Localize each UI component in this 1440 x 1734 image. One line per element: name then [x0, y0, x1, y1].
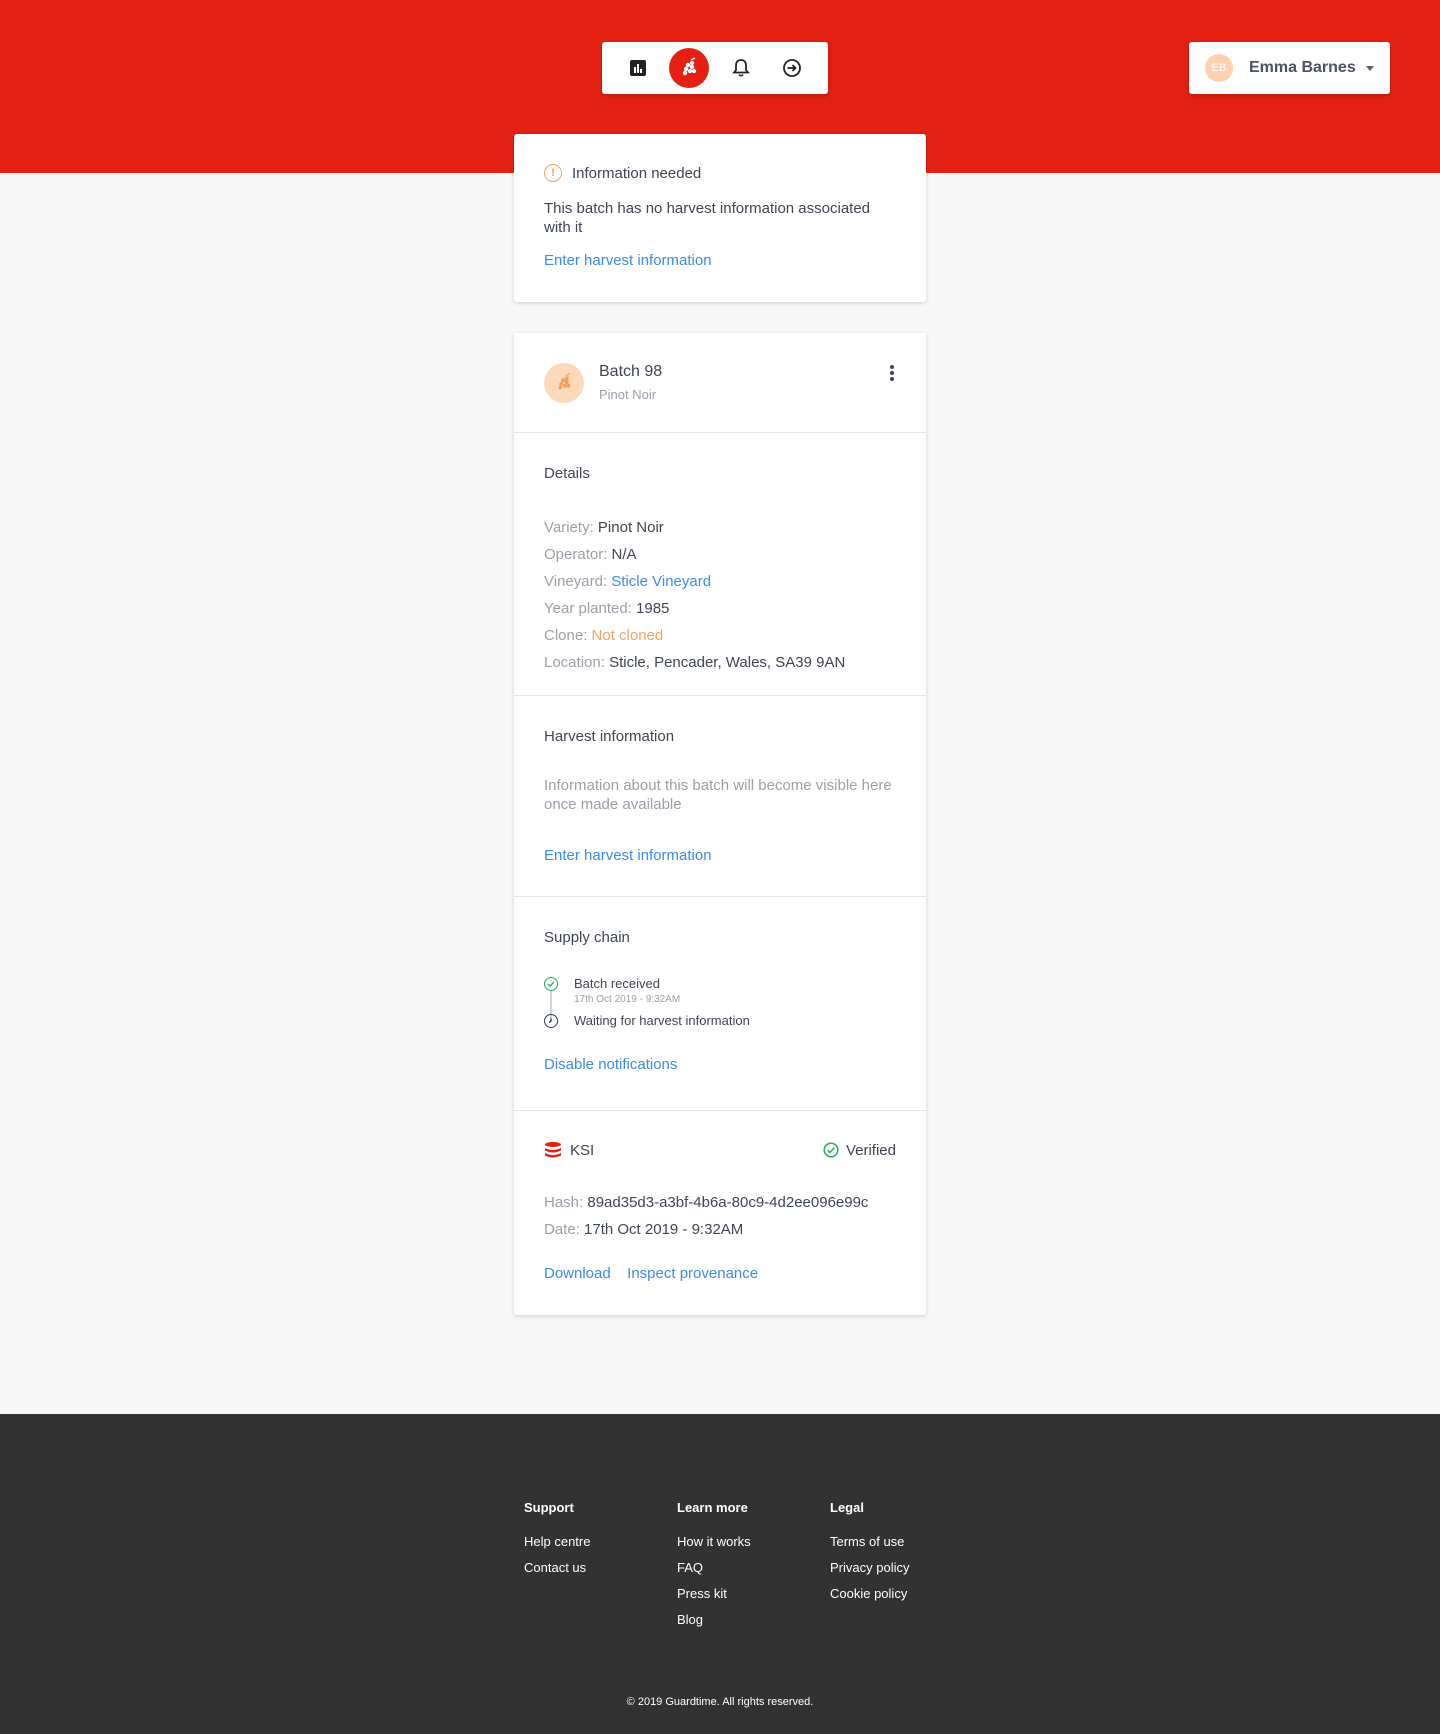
- supply-timeline: Batch received 17th Oct 2019 - 9:32AM Wa…: [544, 976, 896, 1028]
- nav-batches-button[interactable]: [669, 48, 710, 88]
- information-needed-alert: ! Information needed This batch has no h…: [514, 134, 926, 302]
- nav-logout-button[interactable]: [772, 48, 812, 88]
- more-options-icon[interactable]: [886, 363, 898, 383]
- details-section: Details Variety: Pinot Noir Operator: N/…: [514, 433, 926, 696]
- footer-link-contact-us[interactable]: Contact us: [524, 1555, 677, 1581]
- ksi-section: KSI Verified Hash: 89ad35d3-a3bf-4b6a-80…: [514, 1111, 926, 1314]
- footer-link-help-centre[interactable]: Help centre: [524, 1529, 677, 1555]
- footer-link-blog[interactable]: Blog: [677, 1607, 830, 1633]
- batch-avatar: [544, 362, 584, 403]
- main-nav: [602, 42, 828, 94]
- batch-subtitle: Pinot Noir: [599, 387, 657, 402]
- footer-link-press-kit[interactable]: Press kit: [677, 1581, 830, 1607]
- avatar: EB: [1205, 54, 1233, 82]
- batch-title: Batch 98: [599, 363, 663, 380]
- alert-message: This batch has no harvest information as…: [544, 200, 871, 236]
- footer: Support Help centre Contact us Learn mor…: [0, 1414, 1440, 1734]
- ksi-logo-icon: [545, 1142, 561, 1158]
- ksi-hash: Hash: 89ad35d3-a3bf-4b6a-80c9-4d2ee096e9…: [544, 1194, 869, 1211]
- enter-harvest-info-link[interactable]: Enter harvest information: [544, 847, 712, 864]
- user-menu[interactable]: EB Emma Barnes: [1189, 42, 1390, 94]
- vineyard-link[interactable]: Sticle Vineyard: [611, 573, 711, 590]
- ksi-name: KSI: [570, 1141, 595, 1159]
- nav-notifications-button[interactable]: [721, 48, 761, 88]
- timeline-event: Waiting for harvest information: [544, 1013, 896, 1028]
- user-name: Emma Barnes: [1249, 59, 1356, 76]
- bell-icon: [731, 59, 750, 77]
- bar-chart-icon: [629, 60, 646, 76]
- footer-column-title: Learn more: [677, 1500, 748, 1515]
- ksi-date: Date: 17th Oct 2019 - 9:32AM: [544, 1221, 744, 1238]
- supply-chain-title: Supply chain: [544, 929, 630, 946]
- inspect-provenance-link[interactable]: Inspect provenance: [627, 1265, 758, 1282]
- detail-location: Location: Sticle, Pencader, Wales, SA39 …: [544, 654, 846, 671]
- logout-icon: [783, 59, 802, 77]
- detail-year-planted: Year planted: 1985: [544, 600, 670, 617]
- detail-variety: Variety: Pinot Noir: [544, 519, 664, 536]
- check-icon: [544, 977, 558, 991]
- harvest-title: Harvest information: [544, 728, 675, 745]
- chevron-down-icon: [1366, 65, 1374, 71]
- copyright: © 2019 Guardtime. All rights reserved.: [626, 1696, 814, 1708]
- alert-title: Information needed: [572, 164, 702, 182]
- batch-card: Batch 98 Pinot Noir Details Variety: Pin…: [514, 333, 926, 1315]
- footer-link-privacy[interactable]: Privacy policy: [830, 1555, 983, 1581]
- enter-harvest-info-link[interactable]: Enter harvest information: [544, 252, 712, 269]
- timeline-event: Batch received 17th Oct 2019 - 9:32AM: [544, 976, 896, 1005]
- batch-header: Batch 98 Pinot Noir: [514, 333, 926, 433]
- verified-status: Verified: [823, 1142, 896, 1159]
- warning-icon: !: [544, 164, 562, 182]
- detail-vineyard: Vineyard: Sticle Vineyard: [544, 573, 712, 590]
- footer-column-title: Legal: [830, 1500, 864, 1515]
- alert-header: ! Information needed: [544, 164, 896, 182]
- footer-link-cookie[interactable]: Cookie policy: [830, 1581, 983, 1607]
- download-link[interactable]: Download: [544, 1265, 611, 1282]
- footer-link-faq[interactable]: FAQ: [677, 1555, 830, 1581]
- footer-learn-column: Learn more How it works FAQ Press kit Bl…: [677, 1500, 830, 1633]
- disable-notifications-link[interactable]: Disable notifications: [544, 1056, 677, 1073]
- nav-dashboard-button[interactable]: [618, 48, 658, 88]
- footer-support-column: Support Help centre Contact us: [524, 1500, 677, 1633]
- supply-chain-section: Supply chain Batch received 17th Oct 201…: [514, 897, 926, 1111]
- footer-legal-column: Legal Terms of use Privacy policy Cookie…: [830, 1500, 983, 1633]
- footer-column-title: Support: [524, 1500, 574, 1515]
- grapes-icon: [558, 372, 571, 390]
- details-title: Details: [544, 465, 590, 482]
- clock-icon: [544, 1014, 558, 1028]
- footer-link-how-it-works[interactable]: How it works: [677, 1529, 830, 1555]
- grapes-icon: [683, 57, 697, 76]
- detail-clone: Clone: Not cloned: [544, 627, 664, 644]
- harvest-section: Harvest information Information about th…: [514, 696, 926, 897]
- harvest-message: Information about this batch will become…: [544, 777, 892, 813]
- check-circle-icon: [823, 1142, 839, 1158]
- footer-link-terms[interactable]: Terms of use: [830, 1529, 983, 1555]
- detail-operator: Operator: N/A: [544, 546, 637, 563]
